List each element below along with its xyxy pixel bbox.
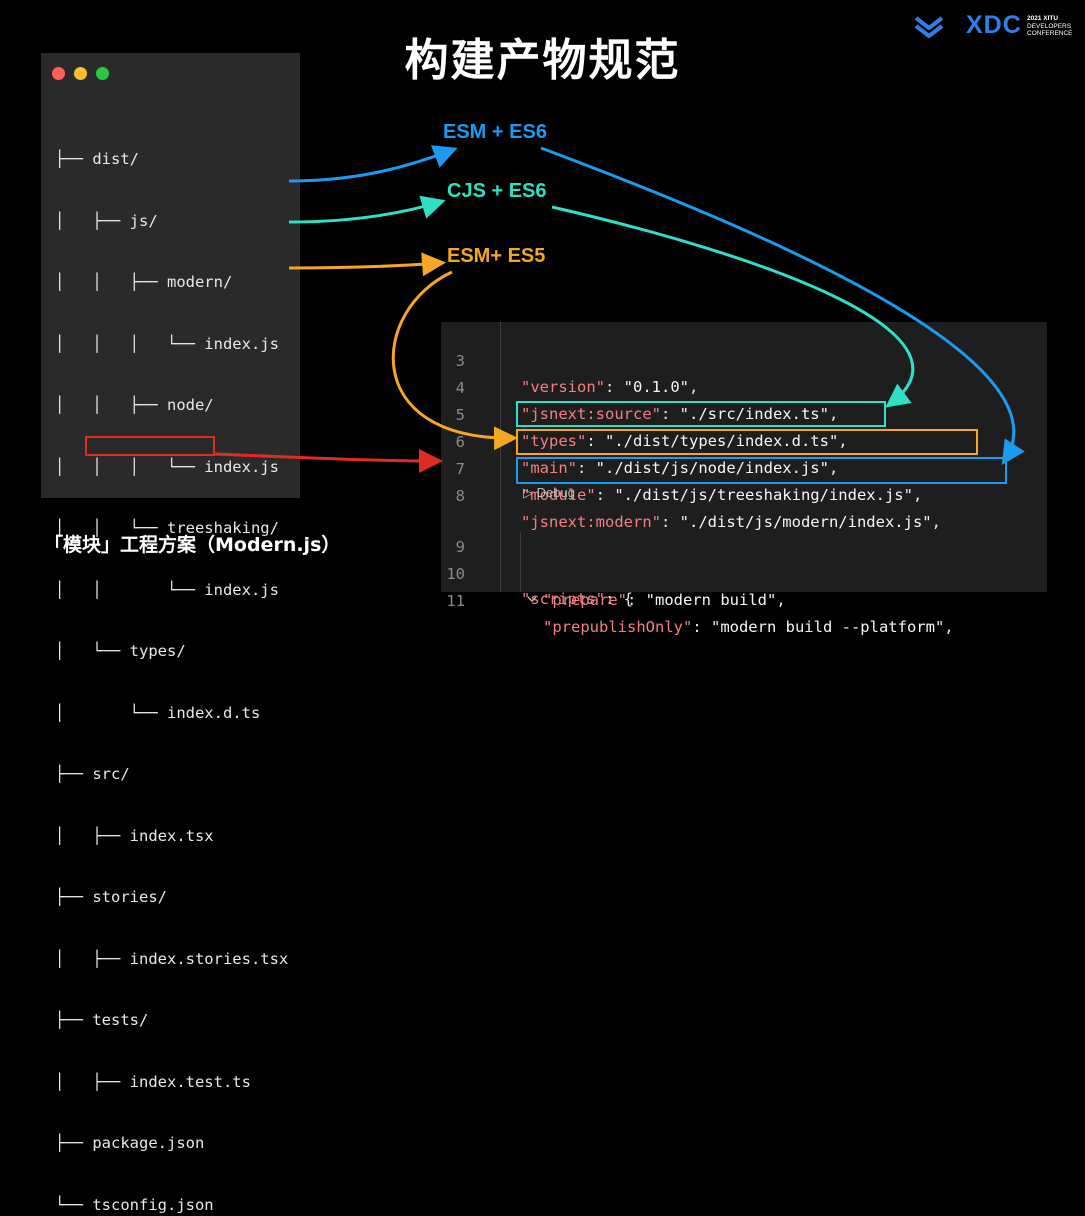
tree-line-src: ├── src/ — [55, 765, 130, 783]
tree-line-types-index: │ └── index.d.ts — [55, 703, 261, 722]
tree-line-tests: ├── tests/ — [55, 1011, 149, 1029]
tree-line-stories: ├── stories/ — [55, 888, 167, 906]
arrow-node-to-cjs-es6 — [288, 195, 446, 224]
arrow-treeshaking-to-esm-es5 — [288, 252, 446, 277]
arrow-cjs-es6-to-main — [551, 205, 915, 408]
code-content: "prepublishOnly": "modern build --platfo… — [543, 618, 954, 636]
json-value: "modern build --platform" — [710, 618, 945, 636]
json-key: "prepublishOnly" — [543, 618, 693, 636]
slide-caption: 「模块」工程方案（Modern.js） — [44, 534, 341, 556]
arrow-package-json-to-code — [214, 448, 443, 473]
tree-line-types: │ └── types/ — [55, 642, 186, 660]
connector-arrows — [214, 145, 1025, 473]
tree-line-stories-index: │ ├── index.stories.tsx — [55, 949, 289, 968]
arrow-esm-es5-to-module — [391, 270, 518, 451]
arrow-modern-to-esm-es6 — [288, 145, 458, 183]
tree-line-src-index: │ ├── index.tsx — [55, 826, 214, 845]
tree-line-tsconfig: └── tsconfig.json — [55, 1195, 214, 1214]
tree-line-package-json: ├── package.json — [55, 1134, 205, 1152]
arrow-esm-es6-to-modern — [540, 146, 1025, 466]
tree-line-tests-index: │ ├── index.test.ts — [55, 1072, 251, 1091]
